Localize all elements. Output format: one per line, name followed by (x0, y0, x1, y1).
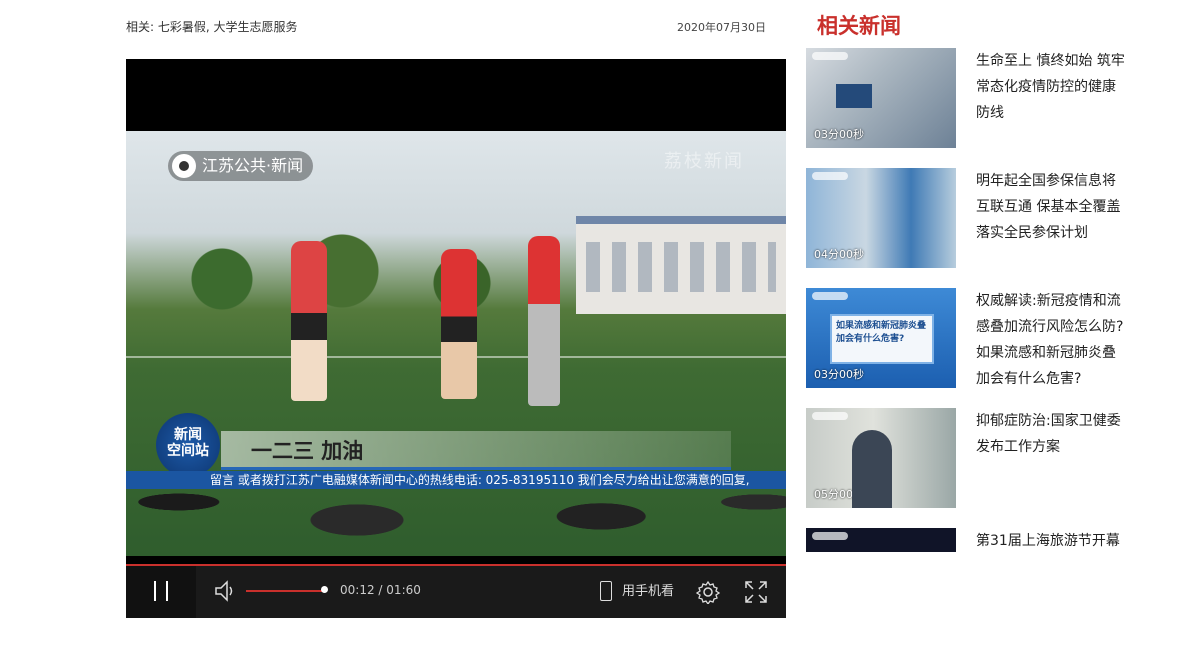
video-frame[interactable]: 江苏公共·新闻 荔枝新闻 新闻 空间站 一二三 加油 留言 或者拨打江苏广电融媒… (126, 131, 786, 556)
news-thumbnail[interactable]: 05分00秒 (806, 408, 956, 508)
video-duration: 03分00秒 (814, 368, 864, 381)
fullscreen-icon[interactable] (744, 580, 768, 604)
corner-watermark: 荔枝新闻 (664, 151, 744, 172)
current-time: 00:12 (340, 583, 375, 597)
pause-button[interactable] (126, 566, 196, 618)
video-caption: 一二三 加油 (221, 431, 731, 470)
volume-slider-handle[interactable] (321, 586, 328, 593)
channel-logo-text: 江苏公共·新闻 (202, 156, 304, 175)
thumb-logo-icon (812, 292, 848, 300)
watch-on-mobile-label: 用手机看 (622, 584, 675, 599)
thumb-logo-icon (812, 532, 848, 540)
related-news-title: 相关新闻 (817, 14, 901, 38)
news-ticker: 留言 或者拨打江苏广电融媒体新闻中心的热线电话: 025-83195110 我们… (126, 471, 786, 489)
news-title-link[interactable]: 明年起全国参保信息将互联互通 保基本全覆盖落实全民参保计划 (976, 168, 1128, 246)
video-duration: 05分00秒 (814, 488, 864, 501)
phone-icon (600, 581, 612, 601)
news-title-link[interactable]: 抑郁症防治:国家卫健委发布工作方案 (976, 408, 1128, 460)
channel-logo-icon (172, 154, 196, 178)
gear-icon[interactable] (696, 580, 720, 604)
duration: 01:60 (386, 583, 421, 597)
video-duration: 03分00秒 (814, 128, 864, 141)
video-player[interactable]: 江苏公共·新闻 荔枝新闻 新闻 空间站 一二三 加油 留言 或者拨打江苏广电融媒… (126, 59, 786, 618)
news-ticker-text: 留言 或者拨打江苏广电融媒体新闻中心的热线电话: 025-83195110 我们… (210, 473, 750, 487)
volume-slider[interactable] (246, 590, 324, 592)
thumb-logo-icon (812, 52, 848, 60)
news-thumbnail[interactable] (806, 528, 956, 552)
video-duration: 04分00秒 (814, 248, 864, 261)
news-title-link[interactable]: 权威解读:新冠疫情和流感叠加流行风险怎么防? 如果流感和新冠肺炎叠加会有什么危害… (976, 288, 1128, 392)
news-thumbnail[interactable]: 04分00秒 (806, 168, 956, 268)
article-meta: 相关: 七彩暑假, 大学生志愿服务 2020年07月30日 (126, 18, 766, 38)
thumb-panel-text: 如果流感和新冠肺炎叠加会有什么危害? (830, 314, 934, 364)
watch-on-mobile-button[interactable]: 用手机看 (600, 580, 674, 604)
player-controls: 00:12 / 01:60 用手机看 (126, 564, 786, 618)
thumb-logo-icon (812, 172, 848, 180)
program-badge: 新闻 空间站 (156, 413, 220, 477)
volume-icon[interactable] (214, 580, 238, 602)
video-caption-text: 一二三 加油 (251, 439, 364, 463)
news-title-link[interactable]: 第31届上海旅游节开幕 (976, 528, 1128, 554)
news-title-link[interactable]: 生命至上 慎终如始 筑牢常态化疫情防控的健康防线 (976, 48, 1128, 126)
time-separator: / (378, 583, 383, 597)
publish-date: 2020年07月30日 (677, 21, 766, 34)
related-tags[interactable]: 相关: 七彩暑假, 大学生志愿服务 (126, 18, 298, 35)
scene-building (576, 216, 786, 314)
news-thumbnail[interactable]: 如果流感和新冠肺炎叠加会有什么危害? 03分00秒 (806, 288, 956, 388)
time-display: 00:12 / 01:60 (340, 583, 421, 597)
thumb-logo-icon (812, 412, 848, 420)
channel-logo: 江苏公共·新闻 (168, 151, 314, 181)
news-thumbnail[interactable]: 03分00秒 (806, 48, 956, 148)
